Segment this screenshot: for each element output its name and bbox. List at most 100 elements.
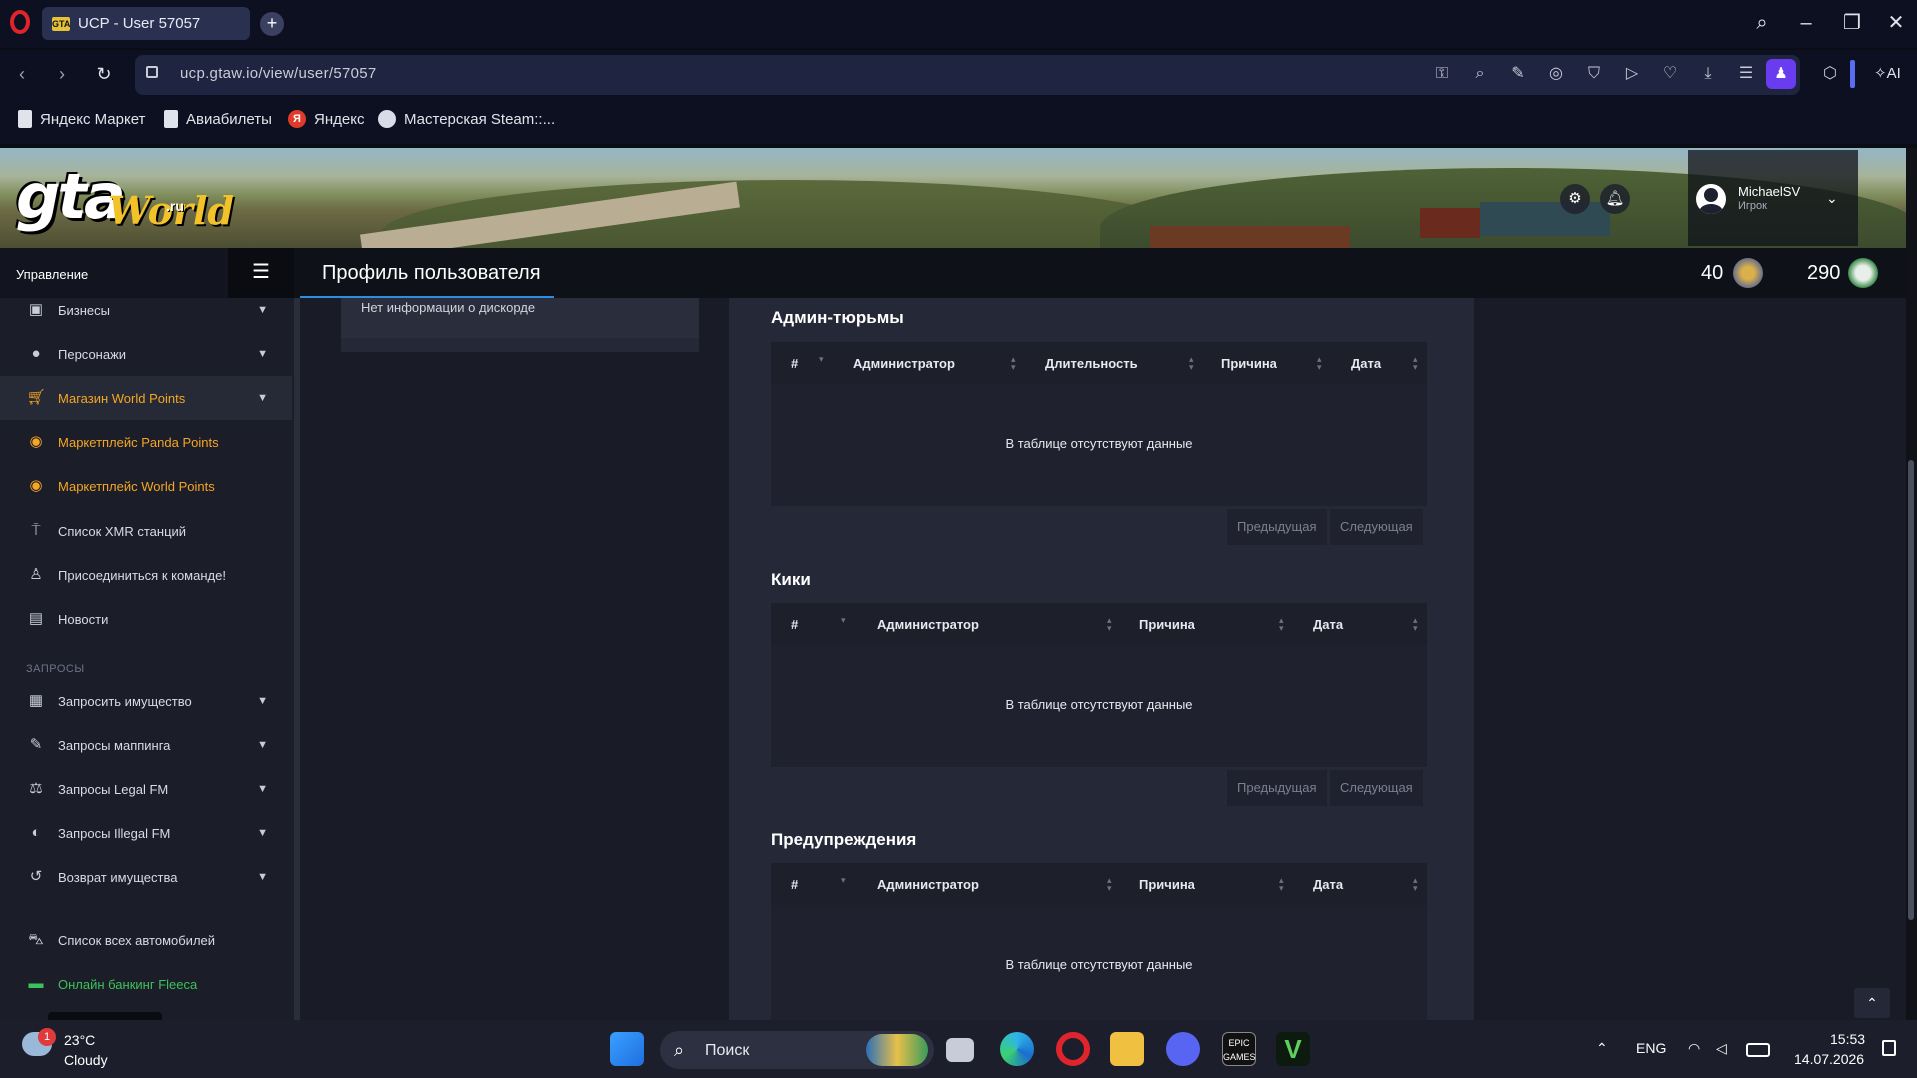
sidebar-item-mapping-requests[interactable]: ✎ Запросы маппинга ▼ (0, 723, 292, 767)
sidebar-item-illegal-fm[interactable]: ◐ Запросы Illegal FM ▼ (0, 811, 292, 855)
menu-lines-icon[interactable]: ☰ (1734, 62, 1758, 86)
user-name[interactable]: MichaelSV (1738, 184, 1800, 199)
column-header[interactable]: Причина (1139, 877, 1195, 892)
sort-icon[interactable]: ▴ ▾ (1279, 616, 1284, 633)
sidebar-item-news[interactable]: ▤ Новости (0, 597, 292, 641)
new-tab-button[interactable]: + (260, 12, 284, 36)
clock-date[interactable]: 14.07.2026 (1794, 1051, 1864, 1067)
sidebar-item-all-vehicles[interactable]: ⛍ Список всех автомобилей (0, 918, 292, 962)
column-header[interactable]: Администратор (877, 617, 979, 632)
epic-games-icon[interactable]: EPIC GAMES (1222, 1032, 1256, 1066)
tray-overflow-icon[interactable]: ⌃ (1596, 1040, 1608, 1057)
scroll-to-top-button[interactable]: ⌃ (1854, 988, 1890, 1018)
sidebar-item-request-property[interactable]: ▦ Запросить имущество ▼ (0, 679, 292, 723)
avatar[interactable] (1696, 184, 1726, 214)
sort-icon[interactable]: ▴ ▾ (1413, 355, 1418, 372)
sort-icon[interactable]: ▴ ▾ (1413, 616, 1418, 633)
ai-button[interactable]: ✧AI (1874, 64, 1901, 82)
sort-icon[interactable]: ▾ (841, 876, 846, 885)
cube-icon[interactable]: ⬡ (1818, 62, 1842, 86)
pagination-next-button[interactable]: Следующая (1330, 770, 1423, 806)
column-header[interactable]: # (791, 877, 798, 892)
heart-icon[interactable]: ♡ (1658, 62, 1682, 86)
column-header[interactable]: Дата (1351, 356, 1381, 371)
windows-start-icon[interactable] (610, 1032, 644, 1066)
url-text[interactable]: ucp.gtaw.io/view/user/57057 (180, 65, 377, 82)
taskbar-search-text[interactable]: Поиск (705, 1042, 749, 1060)
download-icon[interactable]: ⤓ (1696, 62, 1720, 86)
weather-temp[interactable]: 23°C (64, 1032, 95, 1048)
sort-icon[interactable]: ▴ ▾ (1107, 876, 1112, 893)
discord-icon[interactable] (1166, 1032, 1200, 1066)
lock-icon[interactable] (146, 66, 158, 78)
notification-center-icon[interactable] (1882, 1040, 1896, 1056)
sort-icon[interactable]: ▾ (841, 616, 846, 625)
column-header[interactable]: Длительность (1045, 356, 1138, 371)
site-logo[interactable]: gta (16, 160, 126, 233)
minimize-button[interactable]: – (1784, 8, 1828, 38)
sidebar-item-xmr-stations[interactable]: ⍑ Список XMR станций (0, 509, 292, 553)
sort-icon[interactable]: ▴ ▾ (1413, 876, 1418, 893)
weather-desc[interactable]: Cloudy (64, 1052, 108, 1068)
column-header[interactable]: # (791, 356, 798, 371)
shield-icon[interactable]: ⛉ (1582, 62, 1606, 86)
chevron-down-icon[interactable]: ⌄ (1826, 190, 1838, 207)
pagination-prev-button[interactable]: Предыдущая (1227, 770, 1327, 806)
sort-icon[interactable]: ▴ ▾ (1317, 355, 1322, 372)
volume-icon[interactable]: ◁ (1716, 1040, 1727, 1057)
bookmark-yandex[interactable]: Я Яндекс (288, 110, 364, 128)
opera-taskbar-icon[interactable] (1056, 1032, 1090, 1066)
sort-icon[interactable]: ▴ ▾ (1189, 355, 1194, 372)
sidebar-item-join-team[interactable]: ♙ Присоединиться к команде! (0, 553, 292, 597)
back-icon[interactable]: ‹ (10, 62, 34, 86)
pagination-prev-button[interactable]: Предыдущая (1227, 509, 1327, 545)
page-scroll-thumb[interactable] (1908, 460, 1914, 920)
bookmark-steam[interactable]: Мастерская Steam::... (378, 110, 555, 128)
send-icon[interactable]: ▷ (1620, 62, 1644, 86)
sort-icon[interactable]: ▴ ▾ (1011, 355, 1016, 372)
column-header[interactable]: Причина (1221, 356, 1277, 371)
sidebar-item-property-return[interactable]: ↺ Возврат имущества ▼ (0, 855, 292, 899)
battery-icon[interactable] (1746, 1043, 1770, 1057)
edge-icon[interactable] (1000, 1032, 1034, 1066)
close-window-button[interactable]: ✕ (1874, 8, 1917, 38)
camera-icon[interactable]: ◎ (1544, 62, 1568, 86)
language-indicator[interactable]: ENG (1636, 1040, 1666, 1056)
sidebar-item-world-marketplace[interactable]: ◉ Маркетплейс World Points (0, 464, 292, 508)
sort-icon[interactable]: ▴ ▾ (1107, 616, 1112, 633)
sort-icon[interactable]: ▴ ▾ (1279, 876, 1284, 893)
find-icon[interactable]: ⌕ (1468, 62, 1492, 86)
column-header[interactable]: Причина (1139, 617, 1195, 632)
sidebar-scroll-handle[interactable] (48, 1012, 162, 1020)
search-tabs-icon[interactable]: ⌕ (1740, 8, 1784, 38)
column-header[interactable]: Дата (1313, 617, 1343, 632)
sidebar-item-characters[interactable]: ● Персонажи ▼ (0, 332, 292, 376)
sidebar-item-panda-marketplace[interactable]: ◉ Маркетплейс Panda Points (0, 420, 292, 464)
sort-icon[interactable]: ▾ (819, 355, 824, 364)
browser-tab[interactable]: GTA UCP - User 57057 (42, 7, 250, 40)
sidebar-item-fleeca-banking[interactable]: ▬ Онлайн банкинг Fleeca (0, 962, 292, 1006)
sidebar-item-world-points-shop[interactable]: 🛒︎ Магазин World Points ▼ (0, 376, 292, 420)
file-explorer-icon[interactable] (1110, 1032, 1144, 1066)
profile-icon[interactable]: ♟ (1766, 59, 1796, 89)
task-view-icon[interactable] (946, 1038, 974, 1062)
notifications-bell-icon[interactable]: 🔔︎ (1600, 184, 1630, 214)
clock-time[interactable]: 15:53 (1830, 1031, 1865, 1047)
reload-icon[interactable]: ↻ (92, 62, 116, 86)
edit-icon[interactable]: ✎ (1506, 62, 1530, 86)
column-header[interactable]: Администратор (877, 877, 979, 892)
pagination-next-button[interactable]: Следующая (1330, 509, 1423, 545)
opera-logo-icon[interactable] (10, 10, 30, 34)
sidebar-item-legal-fm[interactable]: ⚖ Запросы Legal FM ▼ (0, 767, 292, 811)
column-header[interactable]: # (791, 617, 798, 632)
key-icon[interactable]: ⚿ (1430, 62, 1454, 86)
restore-button[interactable]: ❐ (1830, 8, 1874, 38)
column-header[interactable]: Дата (1313, 877, 1343, 892)
bookmark-avia[interactable]: Авиабилеты (164, 110, 272, 128)
settings-gear-icon[interactable]: ⚙ (1560, 184, 1590, 214)
wifi-icon[interactable]: ◠ (1688, 1040, 1700, 1057)
gta-v-icon[interactable]: V (1276, 1032, 1310, 1066)
sidebar-item-businesses[interactable]: ▣ Бизнесы ▼ (0, 288, 292, 332)
column-header[interactable]: Администратор (853, 356, 955, 371)
bookmark-yandex-market[interactable]: Яндекс Маркет (18, 110, 145, 128)
